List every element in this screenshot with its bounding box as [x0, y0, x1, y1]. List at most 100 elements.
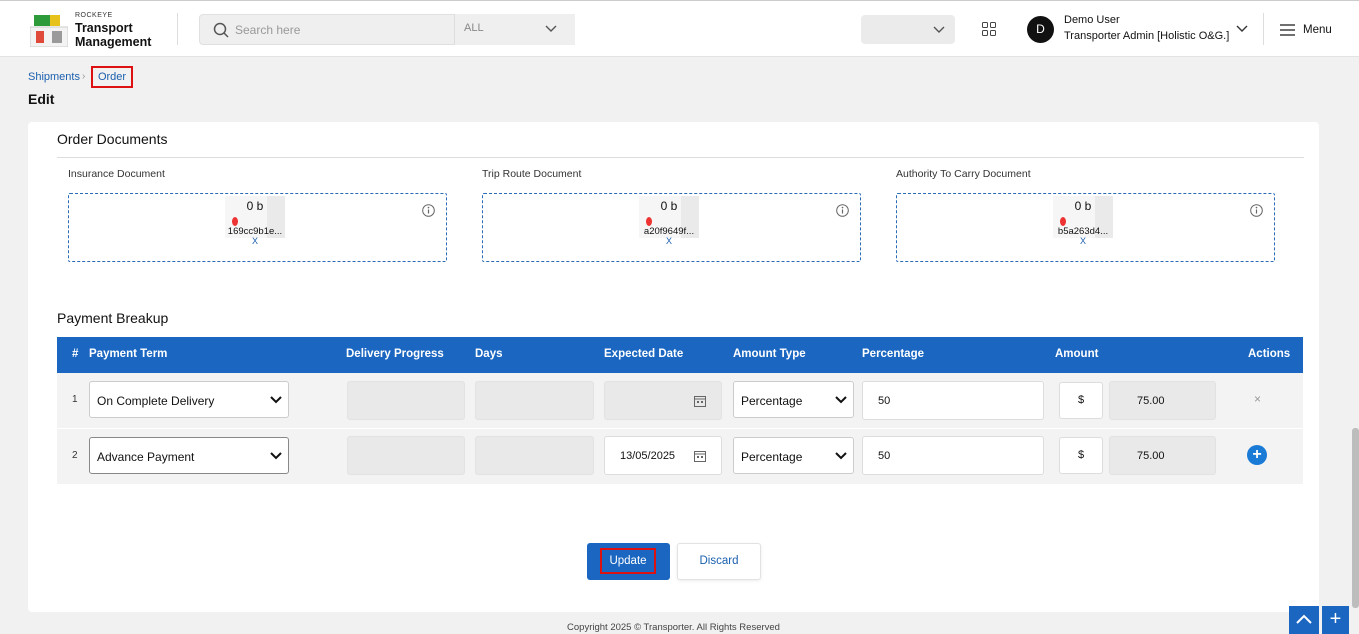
chevron-down-icon	[270, 452, 282, 460]
expected-date-value: 13/05/2025	[620, 450, 676, 462]
apps-grid-icon[interactable]	[982, 22, 996, 36]
global-search: ALL	[199, 14, 575, 45]
add-row-button[interactable]: +	[1247, 445, 1267, 465]
menu-button[interactable]: Menu	[1303, 24, 1332, 36]
logo-brand: ROCKEYE	[75, 12, 113, 19]
file-size: 0 b	[660, 199, 678, 213]
payment-breakup-title: Payment Breakup	[57, 310, 169, 326]
discard-button[interactable]: Discard	[677, 543, 761, 580]
file-size: 0 b	[246, 199, 264, 213]
currency-symbol: $	[1059, 382, 1103, 419]
order-documents-title: Order Documents	[57, 131, 168, 147]
expected-date-field	[604, 381, 722, 420]
update-button[interactable]: Update	[587, 543, 670, 580]
quick-add-button[interactable]: +	[1322, 606, 1349, 634]
column-header-expected-date: Expected Date	[604, 348, 684, 360]
chevron-down-icon	[545, 25, 557, 32]
avatar[interactable]: D	[1027, 16, 1054, 43]
table-row: 2 Advance Payment 13/05/2025 Percentage …	[57, 429, 1303, 484]
column-header-delivery-progress: Delivery Progress	[346, 348, 444, 360]
expected-date-input[interactable]: 13/05/2025	[604, 436, 722, 475]
search-input[interactable]	[235, 21, 445, 39]
hamburger-menu-icon[interactable]	[1280, 24, 1295, 36]
page-scrollbar[interactable]	[1352, 428, 1359, 608]
user-name[interactable]: Demo User	[1064, 14, 1120, 26]
logo-title-line-2: Management	[75, 35, 152, 49]
insurance-document-dropzone[interactable]: 0 b 169cc9b1e... X	[68, 193, 447, 262]
days-field	[475, 381, 594, 420]
column-header-percentage: Percentage	[862, 348, 925, 360]
search-scope-select[interactable]: ALL	[454, 14, 575, 45]
column-header-amount-type: Amount Type	[733, 348, 806, 360]
chevron-down-icon[interactable]	[1236, 25, 1248, 33]
days-field	[475, 436, 594, 475]
percentage-value: 50	[878, 450, 891, 462]
row-number: 1	[72, 394, 78, 405]
info-icon[interactable]	[836, 204, 849, 217]
amount-value: 75.00	[1137, 395, 1165, 407]
search-scope-value: ALL	[464, 22, 484, 34]
file-thumbnail[interactable]: 0 b a20f9649f...	[639, 196, 699, 238]
percentage-input[interactable]: 50	[862, 436, 1044, 475]
amount-type-value: Percentage	[741, 450, 803, 464]
search-icon	[213, 22, 229, 38]
info-icon[interactable]	[422, 204, 435, 217]
trip-route-document-label: Trip Route Document	[482, 168, 582, 180]
logo-title: Transport Management	[75, 21, 151, 49]
calendar-icon	[694, 396, 706, 407]
trip-route-document-dropzone[interactable]: 0 b a20f9649f... X	[482, 193, 861, 262]
amount-type-select[interactable]: Percentage	[733, 437, 854, 474]
header-dropdown[interactable]	[861, 15, 955, 44]
chevron-down-icon	[270, 396, 282, 404]
percentage-input[interactable]: 50	[862, 381, 1044, 420]
chevron-down-icon	[835, 396, 847, 404]
header-divider	[1263, 13, 1264, 45]
file-pin-icon	[1060, 217, 1066, 226]
authority-to-carry-document-dropzone[interactable]: 0 b b5a263d4... X	[896, 193, 1275, 262]
calendar-icon[interactable]	[694, 450, 706, 462]
row-number: 2	[72, 450, 78, 461]
amount-type-value: Percentage	[741, 394, 803, 408]
breadcrumb-order[interactable]: Order	[91, 66, 133, 88]
payment-term-value: On Complete Delivery	[97, 394, 215, 408]
column-header-amount: Amount	[1055, 348, 1099, 360]
scroll-to-top-button[interactable]	[1289, 606, 1319, 634]
amount-value: 75.00	[1137, 450, 1165, 462]
remove-row-icon[interactable]: ×	[1254, 392, 1261, 406]
amount-type-select[interactable]: Percentage	[733, 381, 854, 418]
column-header-index: #	[72, 348, 79, 360]
payment-term-value: Advance Payment	[97, 450, 195, 464]
amount-field: 75.00	[1109, 381, 1216, 420]
percentage-value: 50	[878, 395, 891, 407]
amount-field: 75.00	[1109, 436, 1216, 475]
file-size: 0 b	[1074, 199, 1092, 213]
info-icon[interactable]	[1250, 204, 1263, 217]
remove-file-button[interactable]: X	[225, 236, 285, 246]
column-header-days: Days	[475, 348, 503, 360]
chevron-down-icon	[933, 26, 945, 33]
table-row: 1 On Complete Delivery Percentage 50 $ 7…	[57, 373, 1303, 428]
file-pin-icon	[232, 217, 238, 226]
remove-file-button[interactable]: X	[639, 236, 699, 246]
file-thumbnail[interactable]: 0 b 169cc9b1e...	[225, 196, 285, 238]
chevron-down-icon	[835, 452, 847, 460]
logo-title-line-1: Transport	[75, 21, 133, 35]
authority-to-carry-document-label: Authority To Carry Document	[896, 168, 1031, 180]
insurance-document-label: Insurance Document	[68, 168, 165, 180]
breadcrumb-separator-icon: ›	[82, 71, 86, 82]
chevron-up-icon	[1296, 614, 1312, 624]
payment-table-header: # Payment Term Delivery Progress Days Ex…	[57, 337, 1303, 373]
payment-term-select[interactable]: On Complete Delivery	[89, 381, 289, 418]
user-role[interactable]: Transporter Admin [Holistic O&G.]	[1064, 30, 1229, 42]
currency-symbol: $	[1059, 437, 1103, 474]
update-button-label: Update	[600, 548, 656, 574]
remove-file-button[interactable]: X	[1053, 236, 1113, 246]
page-title: Edit	[28, 91, 55, 107]
app-logo[interactable]: ROCKEYE Transport Management	[30, 11, 180, 51]
delivery-progress-field	[347, 381, 465, 420]
breadcrumb-shipments[interactable]: Shipments	[28, 71, 80, 83]
delivery-progress-field	[347, 436, 465, 475]
file-thumbnail[interactable]: 0 b b5a263d4...	[1053, 196, 1113, 238]
logo-mark-icon	[30, 15, 68, 47]
payment-term-select[interactable]: Advance Payment	[89, 437, 289, 474]
